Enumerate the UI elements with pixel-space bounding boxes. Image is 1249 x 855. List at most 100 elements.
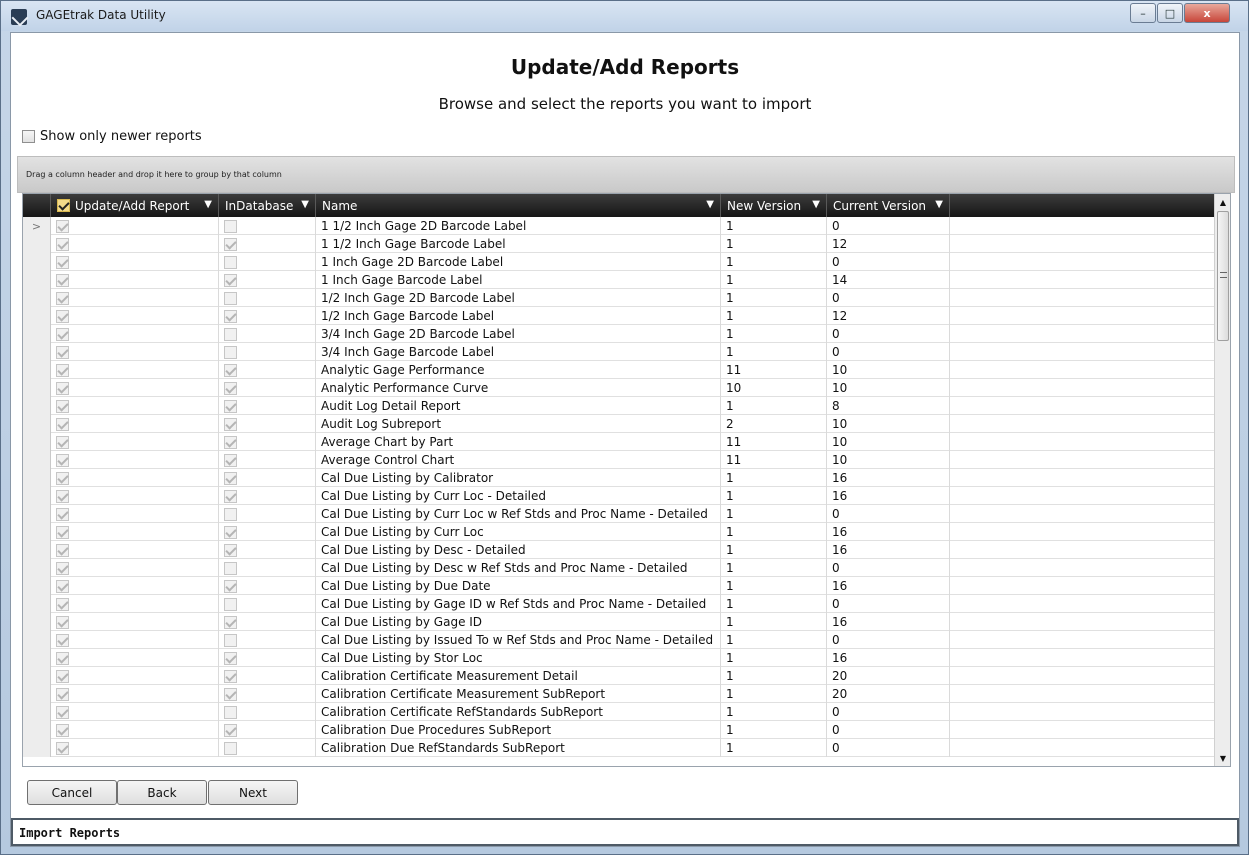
header-new-version[interactable]: New Version ▼ — [721, 194, 827, 217]
update-add-checkbox[interactable] — [56, 723, 69, 737]
table-row[interactable]: 1 Inch Gage 2D Barcode Label 1 0 — [23, 253, 1215, 271]
maximize-button[interactable]: □ — [1157, 3, 1183, 23]
row-indicator[interactable] — [23, 523, 51, 541]
filter-icon[interactable]: ▼ — [706, 199, 714, 210]
table-row[interactable]: Cal Due Listing by Calibrator 1 16 — [23, 469, 1215, 487]
update-add-checkbox[interactable] — [56, 291, 69, 305]
back-button[interactable]: Back — [117, 780, 207, 805]
update-add-checkbox[interactable] — [56, 561, 69, 575]
table-row[interactable]: 1 Inch Gage Barcode Label 1 14 — [23, 271, 1215, 289]
update-add-checkbox[interactable] — [56, 471, 69, 485]
update-add-checkbox[interactable] — [56, 309, 69, 323]
update-add-checkbox[interactable] — [56, 399, 69, 413]
table-row[interactable]: 3/4 Inch Gage 2D Barcode Label 1 0 — [23, 325, 1215, 343]
close-button[interactable]: x — [1184, 3, 1230, 23]
table-row[interactable]: Analytic Performance Curve 10 10 — [23, 379, 1215, 397]
table-row[interactable]: Cal Due Listing by Gage ID w Ref Stds an… — [23, 595, 1215, 613]
row-indicator[interactable] — [23, 235, 51, 253]
filter-icon[interactable]: ▼ — [204, 199, 212, 210]
table-row[interactable]: Calibration Certificate Measurement Deta… — [23, 667, 1215, 685]
row-indicator[interactable] — [23, 487, 51, 505]
row-indicator[interactable] — [23, 505, 51, 523]
update-add-checkbox[interactable] — [56, 705, 69, 719]
row-indicator[interactable] — [23, 541, 51, 559]
row-indicator[interactable] — [23, 307, 51, 325]
update-add-checkbox[interactable] — [56, 741, 69, 755]
row-indicator[interactable] — [23, 703, 51, 721]
update-add-checkbox[interactable] — [56, 381, 69, 395]
row-indicator[interactable] — [23, 595, 51, 613]
table-row[interactable]: Cal Due Listing by Gage ID 1 16 — [23, 613, 1215, 631]
update-add-checkbox[interactable] — [56, 651, 69, 665]
row-indicator[interactable] — [23, 379, 51, 397]
update-add-checkbox[interactable] — [56, 615, 69, 629]
table-row[interactable]: Cal Due Listing by Due Date 1 16 — [23, 577, 1215, 595]
update-add-checkbox[interactable] — [56, 327, 69, 341]
table-row[interactable]: Cal Due Listing by Curr Loc w Ref Stds a… — [23, 505, 1215, 523]
row-indicator[interactable] — [23, 631, 51, 649]
row-indicator[interactable] — [23, 649, 51, 667]
title-bar[interactable]: GAGEtrak Data Utility – □ x — [1, 1, 1248, 31]
update-add-checkbox[interactable] — [56, 507, 69, 521]
row-indicator[interactable] — [23, 433, 51, 451]
update-add-checkbox[interactable] — [56, 579, 69, 593]
update-add-checkbox[interactable] — [56, 525, 69, 539]
header-name[interactable]: Name ▼ — [316, 194, 721, 217]
vertical-scrollbar[interactable]: ▲ ▼ — [1214, 194, 1230, 766]
table-row[interactable]: Audit Log Detail Report 1 8 — [23, 397, 1215, 415]
row-indicator[interactable] — [23, 613, 51, 631]
table-row[interactable]: Audit Log Subreport 2 10 — [23, 415, 1215, 433]
table-row[interactable]: Cal Due Listing by Stor Loc 1 16 — [23, 649, 1215, 667]
filter-icon[interactable]: ▼ — [812, 199, 820, 210]
update-add-checkbox[interactable] — [56, 255, 69, 269]
scroll-thumb[interactable] — [1217, 211, 1229, 341]
show-newer-checkbox[interactable] — [22, 130, 35, 143]
filter-icon[interactable]: ▼ — [935, 199, 943, 210]
row-indicator[interactable] — [23, 343, 51, 361]
row-indicator[interactable] — [23, 685, 51, 703]
row-indicator[interactable] — [23, 739, 51, 757]
table-row[interactable]: Cal Due Listing by Curr Loc - Detailed 1 1… — [23, 487, 1215, 505]
table-row[interactable]: 3/4 Inch Gage Barcode Label 1 0 — [23, 343, 1215, 361]
filter-icon[interactable]: ▼ — [301, 199, 309, 210]
table-row[interactable]: Cal Due Listing by Curr Loc 1 16 — [23, 523, 1215, 541]
row-indicator[interactable]: > — [23, 217, 51, 235]
update-add-checkbox[interactable] — [56, 435, 69, 449]
table-row[interactable]: Calibration Certificate RefStandards Sub… — [23, 703, 1215, 721]
select-all-checkbox[interactable] — [57, 199, 70, 212]
row-indicator[interactable] — [23, 253, 51, 271]
row-indicator[interactable] — [23, 721, 51, 739]
table-row[interactable]: Cal Due Listing by Desc - Detailed 1 16 — [23, 541, 1215, 559]
update-add-checkbox[interactable] — [56, 489, 69, 503]
table-row[interactable]: Average Chart by Part 11 10 — [23, 433, 1215, 451]
cancel-button[interactable]: Cancel — [27, 780, 117, 805]
update-add-checkbox[interactable] — [56, 543, 69, 557]
update-add-checkbox[interactable] — [56, 633, 69, 647]
table-row[interactable]: 1/2 Inch Gage 2D Barcode Label 1 0 — [23, 289, 1215, 307]
table-row[interactable]: >1 1/2 Inch Gage 2D Barcode Label 1 0 — [23, 217, 1215, 235]
scroll-down-icon[interactable]: ▼ — [1215, 750, 1230, 766]
update-add-checkbox[interactable] — [56, 417, 69, 431]
update-add-checkbox[interactable] — [56, 219, 69, 233]
header-current-version[interactable]: Current Version ▼ — [827, 194, 950, 217]
table-row[interactable]: Calibration Due RefStandards SubReport 1 0 — [23, 739, 1215, 757]
scroll-up-icon[interactable]: ▲ — [1215, 194, 1230, 210]
table-row[interactable]: Average Control Chart 11 10 — [23, 451, 1215, 469]
row-indicator[interactable] — [23, 271, 51, 289]
table-row[interactable]: 1/2 Inch Gage Barcode Label 1 12 — [23, 307, 1215, 325]
update-add-checkbox[interactable] — [56, 363, 69, 377]
table-row[interactable]: Analytic Gage Performance 11 10 — [23, 361, 1215, 379]
row-indicator[interactable] — [23, 397, 51, 415]
row-indicator[interactable] — [23, 559, 51, 577]
table-row[interactable]: 1 1/2 Inch Gage Barcode Label 1 12 — [23, 235, 1215, 253]
row-indicator[interactable] — [23, 469, 51, 487]
update-add-checkbox[interactable] — [56, 237, 69, 251]
update-add-checkbox[interactable] — [56, 669, 69, 683]
update-add-checkbox[interactable] — [56, 687, 69, 701]
row-indicator[interactable] — [23, 361, 51, 379]
update-add-checkbox[interactable] — [56, 345, 69, 359]
row-indicator[interactable] — [23, 415, 51, 433]
table-row[interactable]: Calibration Due Procedures SubReport 1 0 — [23, 721, 1215, 739]
table-row[interactable]: Cal Due Listing by Issued To w Ref Stds … — [23, 631, 1215, 649]
update-add-checkbox[interactable] — [56, 273, 69, 287]
